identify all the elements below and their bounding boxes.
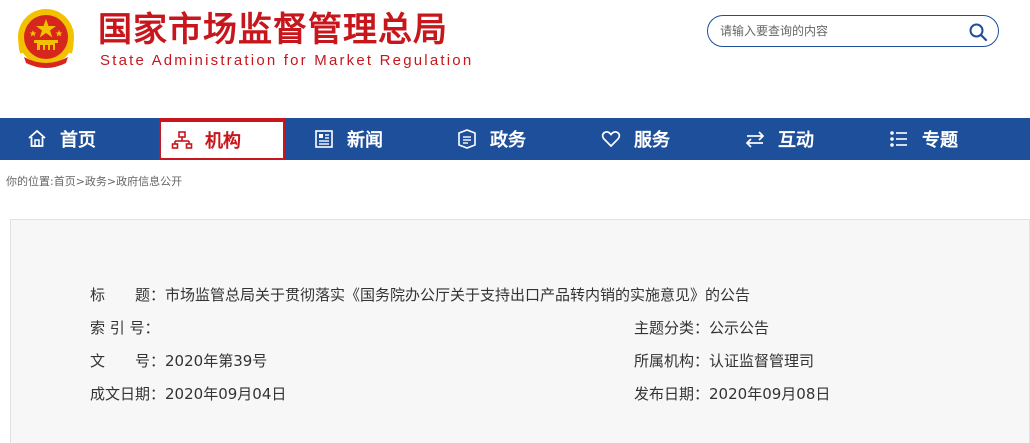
nav-label: 政务 [490,130,526,151]
search-icon[interactable] [968,22,988,42]
info-label: 所属机构： [634,352,710,370]
site-title-en: State Administration for Market Regulati… [100,52,474,69]
nav-label: 专题 [922,130,958,151]
info-dept-value: 认证监督管理司 [709,352,815,370]
search-box [707,15,999,47]
info-pubdate-row: 发布日期：2020年09月08日 [634,384,830,404]
nav-label: 新闻 [347,130,383,151]
heart-icon [601,130,621,148]
nav-label: 机构 [205,131,241,152]
info-topic-row: 主题分类：公示公告 [634,318,769,338]
info-dept-row: 所属机构：认证监督管理司 [634,351,814,371]
nav-label: 服务 [634,130,670,151]
site-header: 国家市场监督管理总局 State Administration for Mark… [0,0,1030,118]
nav-label: 互动 [778,130,814,151]
info-pubdate-value: 2020年09月08日 [709,385,831,403]
news-icon [315,130,333,148]
nav-item-news[interactable]: 新闻 [313,118,383,160]
info-label: 文 号： [90,352,166,370]
national-emblem-icon [18,9,74,68]
nav-item-service[interactable]: 服务 [600,118,670,160]
org-chart-icon [171,131,193,149]
info-docno-value: 2020年第39号 [165,352,268,370]
info-index-row: 索 引 号： [90,318,160,338]
info-label: 成文日期： [90,385,166,403]
info-title-value: 市场监管总局关于贯彻落实《国务院办公厅关于支持出口产品转内销的实施意见》的公告 [165,286,751,304]
nav-item-org[interactable]: 机构 [159,118,285,160]
nav-item-affairs[interactable]: 政务 [456,118,526,160]
breadcrumb: 你的位置:首页>政务>政府信息公开 [6,175,183,188]
site-title-cn: 国家市场监督管理总局 [98,10,448,50]
home-icon [28,129,46,147]
topic-icon [890,131,907,147]
info-date-value: 2020年09月04日 [165,385,287,403]
info-date-row: 成文日期：2020年09月04日 [90,384,286,404]
info-label: 发布日期： [634,385,710,403]
info-label: 标 题： [90,286,166,304]
main-nav: 首页 机构 新闻 政务 服务 互动 专题 [0,118,1030,160]
info-title-row: 标 题：市场监管总局关于贯彻落实《国务院办公厅关于支持出口产品转内销的实施意见》… [90,285,750,305]
document-info-panel: 标 题：市场监管总局关于贯彻落实《国务院办公厅关于支持出口产品转内销的实施意见》… [10,219,1030,443]
nav-item-topic[interactable]: 专题 [888,118,958,160]
nav-item-home[interactable]: 首页 [26,118,96,160]
info-docno-row: 文 号：2020年第39号 [90,351,267,371]
exchange-icon [745,131,765,148]
info-label: 索 引 号： [90,319,160,337]
nav-label: 首页 [60,130,96,151]
info-label: 主题分类： [634,319,710,337]
affairs-icon [458,129,476,149]
search-input[interactable] [720,22,960,40]
nav-item-interact[interactable]: 互动 [744,118,814,160]
info-topic-value: 公示公告 [709,319,770,337]
